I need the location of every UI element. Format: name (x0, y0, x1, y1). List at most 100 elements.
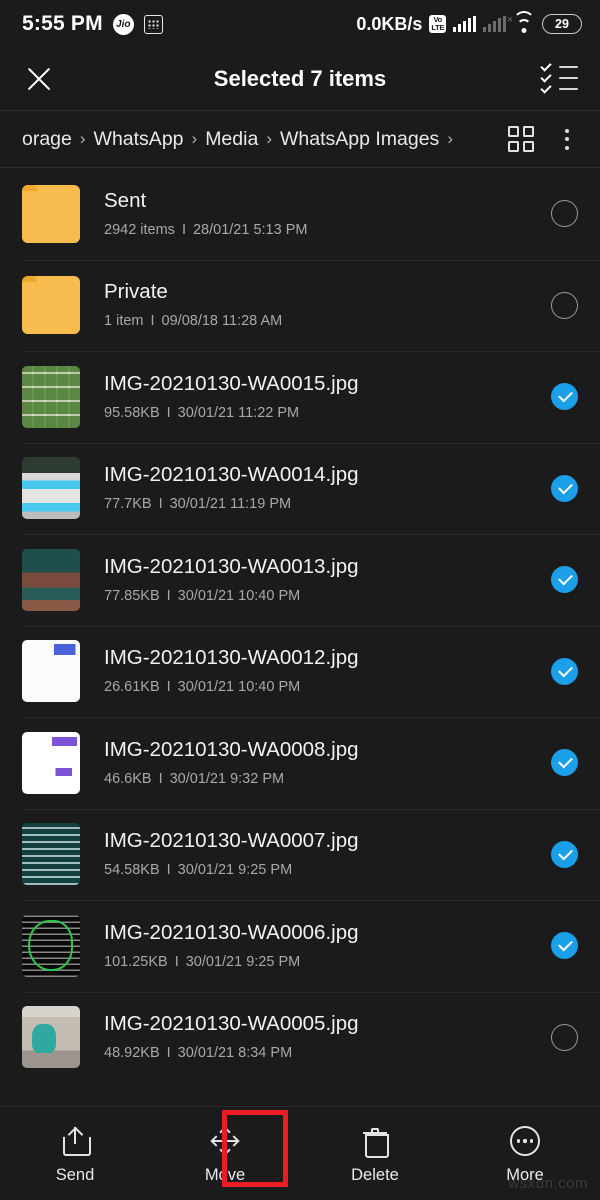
file-meta: IMG-20210130-WA0014.jpg 77.7KB I 30/01/21 1… (80, 463, 539, 513)
folder-icon (22, 276, 80, 335)
page-title: Selected 7 items (213, 66, 387, 91)
file-list: Sent 2942 items I 28/01/21 5:13 PM Private 1 … (0, 168, 600, 1083)
file-thumbnail (22, 365, 80, 428)
file-date: 30/01/21 11:22 PM (177, 404, 300, 421)
breadcrumb-item-2[interactable]: Media (205, 128, 258, 151)
checkbox-unchecked[interactable] (551, 291, 578, 319)
file-subtitle: 26.61KB I 30/01/21 10:40 PM (104, 679, 539, 696)
file-subtitle: 77.85KB I 30/01/21 10:40 PM (104, 588, 539, 605)
file-size: 54.58KB (104, 862, 160, 879)
file-subtitle: 95.58KB I 30/01/21 11:22 PM (104, 405, 539, 422)
file-date: 30/01/21 9:25 PM (177, 862, 293, 879)
thumbnail-image (22, 731, 80, 794)
status-bar-right: 0.0KB/s Vo LTE 29 (356, 10, 582, 35)
move-button[interactable]: Move (150, 1122, 300, 1185)
checkbox-checked[interactable] (551, 566, 578, 594)
wifi-icon (513, 10, 535, 33)
meta-separator: I (166, 1045, 171, 1062)
file-meta: IMG-20210130-WA0015.jpg 95.58KB I 30/01/21 … (80, 372, 539, 422)
close-icon[interactable] (22, 62, 56, 96)
thumbnail-image (22, 365, 80, 428)
chevron-right-icon: › (191, 129, 198, 148)
meta-separator: I (166, 404, 171, 421)
file-subtitle: 2942 items I 28/01/21 5:13 PM (104, 222, 539, 239)
send-button[interactable]: Send (0, 1122, 150, 1185)
file-date: 28/01/21 5:13 PM (192, 221, 308, 238)
file-subtitle: 77.7KB I 30/01/21 11:19 PM (104, 496, 539, 513)
file-name: IMG-20210130-WA0013.jpg (104, 554, 359, 578)
file-date: 30/01/21 11:19 PM (169, 496, 292, 513)
file-row[interactable]: IMG-20210130-WA0005.jpg 48.92KB I 30/01/21 … (0, 991, 600, 1084)
breadcrumb-item-1[interactable]: WhatsApp (94, 128, 184, 151)
file-subtitle: 54.58KB I 30/01/21 9:25 PM (104, 862, 539, 879)
file-row[interactable]: IMG-20210130-WA0008.jpg 46.6KB I 30/01/21 9… (0, 717, 600, 809)
thumbnail-image (22, 1006, 80, 1069)
checkbox-unchecked[interactable] (551, 200, 578, 228)
file-row[interactable]: Private 1 item I 09/08/18 11:28 AM (0, 259, 600, 352)
file-thumbnail (22, 1006, 80, 1069)
checkbox-checked[interactable] (551, 840, 578, 868)
checkbox-checked[interactable] (551, 657, 578, 685)
checkbox-unchecked[interactable] (551, 1023, 578, 1051)
battery-indicator: 29 (542, 14, 582, 34)
file-date: 09/08/18 11:28 AM (161, 313, 283, 330)
file-row[interactable]: IMG-20210130-WA0007.jpg 54.58KB I 30/01/21 … (0, 808, 600, 901)
delete-button[interactable]: Delete (300, 1122, 450, 1185)
dots-grid-icon (143, 14, 163, 34)
file-row[interactable]: IMG-20210130-WA0013.jpg 77.85KB I 30/01/21 … (0, 534, 600, 626)
thumbnail-image (22, 823, 80, 886)
file-meta: Private 1 item I 09/08/18 11:28 AM (80, 280, 539, 330)
more-vertical-icon[interactable] (552, 125, 582, 153)
file-name: IMG-20210130-WA0012.jpg (104, 646, 359, 670)
move-label: Move (204, 1166, 246, 1184)
network-speed: 0.0KB/s (356, 13, 423, 34)
signal-bars-no-service-icon (483, 14, 513, 32)
checkbox-checked[interactable] (551, 383, 578, 411)
phone-screen: 5:55 PM Jio 0.0KB/s Vo LTE 29 Selected 7… (0, 0, 600, 1200)
file-thumbnail (22, 457, 80, 520)
thumbnail-image (22, 457, 80, 520)
file-size: 2942 items (104, 221, 175, 238)
select-all-checklist-icon[interactable] (540, 60, 578, 94)
meta-separator: I (166, 862, 171, 879)
file-row[interactable]: IMG-20210130-WA0012.jpg 26.61KB I 30/01/21 … (0, 625, 600, 718)
volte-bottom: LTE (431, 23, 445, 32)
file-subtitle: 48.92KB I 30/01/21 8:34 PM (104, 1045, 539, 1062)
file-meta: IMG-20210130-WA0013.jpg 77.85KB I 30/01/21 … (80, 555, 539, 605)
file-name: IMG-20210130-WA0014.jpg (104, 463, 359, 487)
file-name: Private (104, 280, 168, 304)
signal-bars-full-icon (453, 16, 477, 32)
file-subtitle: 101.25KB I 30/01/21 9:25 PM (104, 954, 539, 971)
breadcrumb-item-3[interactable]: WhatsApp Images (280, 128, 439, 151)
thumbnail-image (22, 914, 80, 977)
meta-separator: I (158, 496, 163, 513)
meta-separator: I (166, 679, 171, 696)
file-meta: IMG-20210130-WA0005.jpg 48.92KB I 30/01/21 … (80, 1012, 539, 1062)
grid-view-icon[interactable] (508, 126, 534, 152)
checkbox-checked[interactable] (551, 749, 578, 777)
file-size: 1 item (104, 313, 144, 330)
file-subtitle: 1 item I 09/08/18 11:28 AM (104, 313, 539, 330)
file-meta: IMG-20210130-WA0008.jpg 46.6KB I 30/01/21 9… (80, 738, 539, 788)
file-date: 30/01/21 10:40 PM (177, 587, 301, 604)
trash-icon (360, 1126, 390, 1158)
checkbox-checked[interactable] (551, 474, 578, 502)
meta-separator: I (181, 221, 186, 238)
file-row[interactable]: IMG-20210130-WA0006.jpg 101.25KB I 30/01/21… (0, 900, 600, 992)
file-size: 77.85KB (104, 587, 160, 604)
file-size: 26.61KB (104, 679, 160, 696)
file-size: 101.25KB (104, 953, 168, 970)
checkbox-checked[interactable] (551, 932, 578, 960)
breadcrumb-item-0[interactable]: orage (22, 128, 72, 151)
file-size: 77.7KB (104, 496, 152, 513)
file-date: 30/01/21 9:25 PM (185, 953, 301, 970)
file-subtitle: 46.6KB I 30/01/21 9:32 PM (104, 771, 539, 788)
delete-label: Delete (351, 1166, 399, 1184)
file-name: IMG-20210130-WA0006.jpg (104, 920, 359, 944)
meta-separator: I (174, 953, 179, 970)
status-bar: 5:55 PM Jio 0.0KB/s Vo LTE 29 (0, 0, 600, 48)
file-row[interactable]: IMG-20210130-WA0015.jpg 95.58KB I 30/01/21 … (0, 351, 600, 443)
file-thumbnail (22, 914, 80, 977)
file-row[interactable]: Sent 2942 items I 28/01/21 5:13 PM (0, 168, 600, 260)
file-row[interactable]: IMG-20210130-WA0014.jpg 77.7KB I 30/01/21 1… (0, 442, 600, 535)
